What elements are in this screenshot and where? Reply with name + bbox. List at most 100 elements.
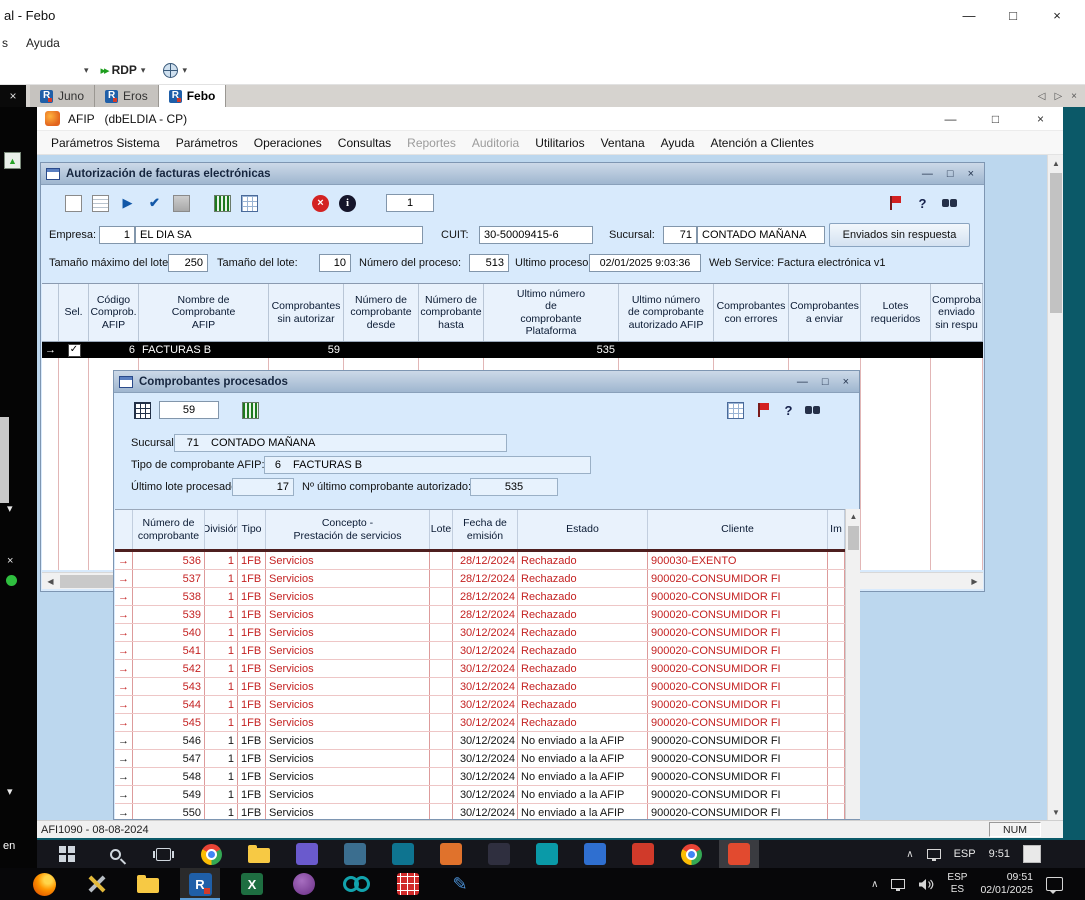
column-header[interactable]: Lote (430, 510, 453, 549)
vertical-scrollbar[interactable]: ▲ (845, 509, 860, 819)
binoculars-icon[interactable] (941, 195, 958, 212)
dock-up-arrow-icon[interactable] (4, 152, 21, 169)
start-button[interactable] (47, 840, 87, 868)
table-row[interactable]: → 542 1 1FB Servicios 30/12/2024 Rechaza… (115, 660, 845, 678)
column-header[interactable]: Número de comprobante hasta (419, 284, 484, 341)
scroll-left-icon[interactable]: ◀ (42, 573, 59, 590)
tab-close-icon[interactable]: × (1071, 91, 1077, 102)
cancel-icon[interactable]: × (312, 195, 329, 212)
new-document-icon[interactable] (65, 195, 82, 212)
close-icon[interactable]: × (843, 376, 849, 388)
firefox-button[interactable] (24, 868, 64, 900)
column-header[interactable]: Ultimo número de comprobante autorizado … (619, 284, 714, 341)
minimize-icon[interactable]: — (922, 168, 933, 180)
taskbar-app-button[interactable] (479, 840, 519, 868)
column-header[interactable]: Comproba enviado sin respu (931, 284, 983, 341)
table-row[interactable]: → 539 1 1FB Servicios 28/12/2024 Rechaza… (115, 606, 845, 624)
afip-menu-item[interactable]: Atención a Clientes (702, 136, 821, 150)
afip-menu-item[interactable]: Parámetros Sistema (43, 136, 168, 150)
globe-caret-icon[interactable]: ▾ (182, 65, 187, 76)
column-header[interactable]: Estado (518, 510, 648, 549)
app-button[interactable] (336, 868, 376, 900)
afip-close-button[interactable]: × (1018, 107, 1063, 131)
maximize-button[interactable]: □ (991, 0, 1035, 30)
taskbar-app-button[interactable] (575, 840, 615, 868)
columns-icon[interactable] (214, 195, 231, 212)
session-tab[interactable]: Juno (30, 85, 95, 107)
notification-icon[interactable] (1023, 845, 1041, 863)
scrollbar-thumb[interactable] (1050, 173, 1062, 313)
scroll-up-icon[interactable]: ▲ (846, 509, 861, 524)
column-header[interactable]: Cliente (648, 510, 828, 549)
flag-icon[interactable] (887, 195, 904, 212)
help-icon[interactable]: ? (914, 195, 931, 212)
tools-button[interactable] (76, 868, 116, 900)
help-icon[interactable]: ? (780, 402, 797, 419)
columns-icon[interactable] (242, 402, 259, 419)
flag-icon[interactable] (755, 402, 772, 419)
dock-close-icon[interactable]: × (7, 555, 13, 567)
app-button[interactable] (284, 868, 324, 900)
rdp-protocol-select[interactable]: ▸▸ RDP ▾ (101, 63, 150, 77)
table-row[interactable]: → 544 1 1FB Servicios 30/12/2024 Rechaza… (115, 696, 845, 714)
column-header[interactable]: Comprobantes con errores (714, 284, 789, 341)
language-indicator[interactable]: ESP ES (947, 872, 967, 896)
taskbar-app-button-active[interactable] (719, 840, 759, 868)
excel-button[interactable] (232, 868, 272, 900)
table-row[interactable]: → 548 1 1FB Servicios 30/12/2024 No envi… (115, 768, 845, 786)
table-row[interactable]: → 537 1 1FB Servicios 28/12/2024 Rechaza… (115, 570, 845, 588)
task-view-button[interactable] (143, 840, 183, 868)
taskbar-app-button[interactable] (431, 840, 471, 868)
afip-maximize-button[interactable]: □ (973, 107, 1018, 131)
tab-scroll-right-icon[interactable]: ▷ (1054, 91, 1062, 102)
process-counter-field[interactable]: 1 (386, 194, 434, 212)
enviados-sin-respuesta-button[interactable]: Enviados sin respuesta (829, 223, 970, 247)
taskbar-app-button[interactable] (335, 840, 375, 868)
procesados-titlebar[interactable]: Comprobantes procesados — □ × (114, 371, 859, 393)
empresa-name-field[interactable]: EL DIA SA (135, 226, 423, 244)
tray-chevron-icon[interactable]: ∧ (871, 879, 878, 890)
app-button[interactable]: ✎ (440, 868, 480, 900)
afip-menu-item[interactable]: Operaciones (246, 136, 330, 150)
clock[interactable]: 9:51 (989, 848, 1010, 860)
table-row[interactable]: → 545 1 1FB Servicios 30/12/2024 Rechaza… (115, 714, 845, 732)
selected-table-row[interactable]: → ✓ 6 FACTURAS B 59 535 (42, 342, 983, 358)
afip-menu-item[interactable]: Auditoria (464, 136, 527, 150)
column-header[interactable]: División (205, 510, 238, 549)
export-icon[interactable] (134, 402, 151, 419)
column-header[interactable]: Ultimo número de comprobante Plataforma (484, 284, 619, 341)
column-header[interactable]: Concepto - Prestación de servicios (266, 510, 430, 549)
autorizacion-titlebar[interactable]: Autorización de facturas electrónicas — … (41, 163, 984, 185)
grid-view-icon[interactable] (727, 402, 744, 419)
validate-icon[interactable]: ✔ (146, 195, 163, 212)
taskbar-app-button[interactable] (623, 840, 663, 868)
binoculars-icon[interactable] (804, 402, 821, 419)
close-button[interactable]: × (1035, 0, 1079, 30)
tab-scroll-left-icon[interactable]: ◁ (1038, 91, 1046, 102)
table-row[interactable]: → 543 1 1FB Servicios 30/12/2024 Rechaza… (115, 678, 845, 696)
dock-scrollbar[interactable] (0, 417, 9, 503)
file-explorer-button[interactable] (239, 840, 279, 868)
record-counter-field[interactable]: 59 (159, 401, 219, 419)
column-header[interactable]: Fecha de emisión (453, 510, 518, 549)
column-header[interactable]: Tipo (238, 510, 266, 549)
afip-minimize-button[interactable]: — (928, 107, 973, 131)
column-header[interactable]: Número de comprobante desde (344, 284, 419, 341)
column-header[interactable] (115, 510, 133, 549)
sucursal-code-field[interactable]: 71 (663, 226, 697, 244)
scroll-right-icon[interactable]: ▶ (966, 573, 983, 590)
maximize-icon[interactable]: □ (822, 376, 829, 388)
maximize-icon[interactable]: □ (947, 168, 954, 180)
afip-menu-item[interactable]: Ventana (593, 136, 653, 150)
dock-chevron-icon[interactable]: ▾ (7, 785, 13, 798)
display-icon[interactable] (927, 849, 941, 859)
taskbar-app-button[interactable] (527, 840, 567, 868)
column-header[interactable]: Lotes requeridos (861, 284, 931, 341)
info-icon[interactable]: i (339, 195, 356, 212)
minimize-icon[interactable]: — (797, 376, 808, 388)
save-icon[interactable] (173, 195, 190, 212)
column-header[interactable]: Sel. (59, 284, 89, 341)
column-header[interactable]: Comprobantes sin autorizar (269, 284, 344, 341)
globe-icon[interactable] (163, 63, 178, 78)
table-row[interactable]: → 546 1 1FB Servicios 30/12/2024 No envi… (115, 732, 845, 750)
